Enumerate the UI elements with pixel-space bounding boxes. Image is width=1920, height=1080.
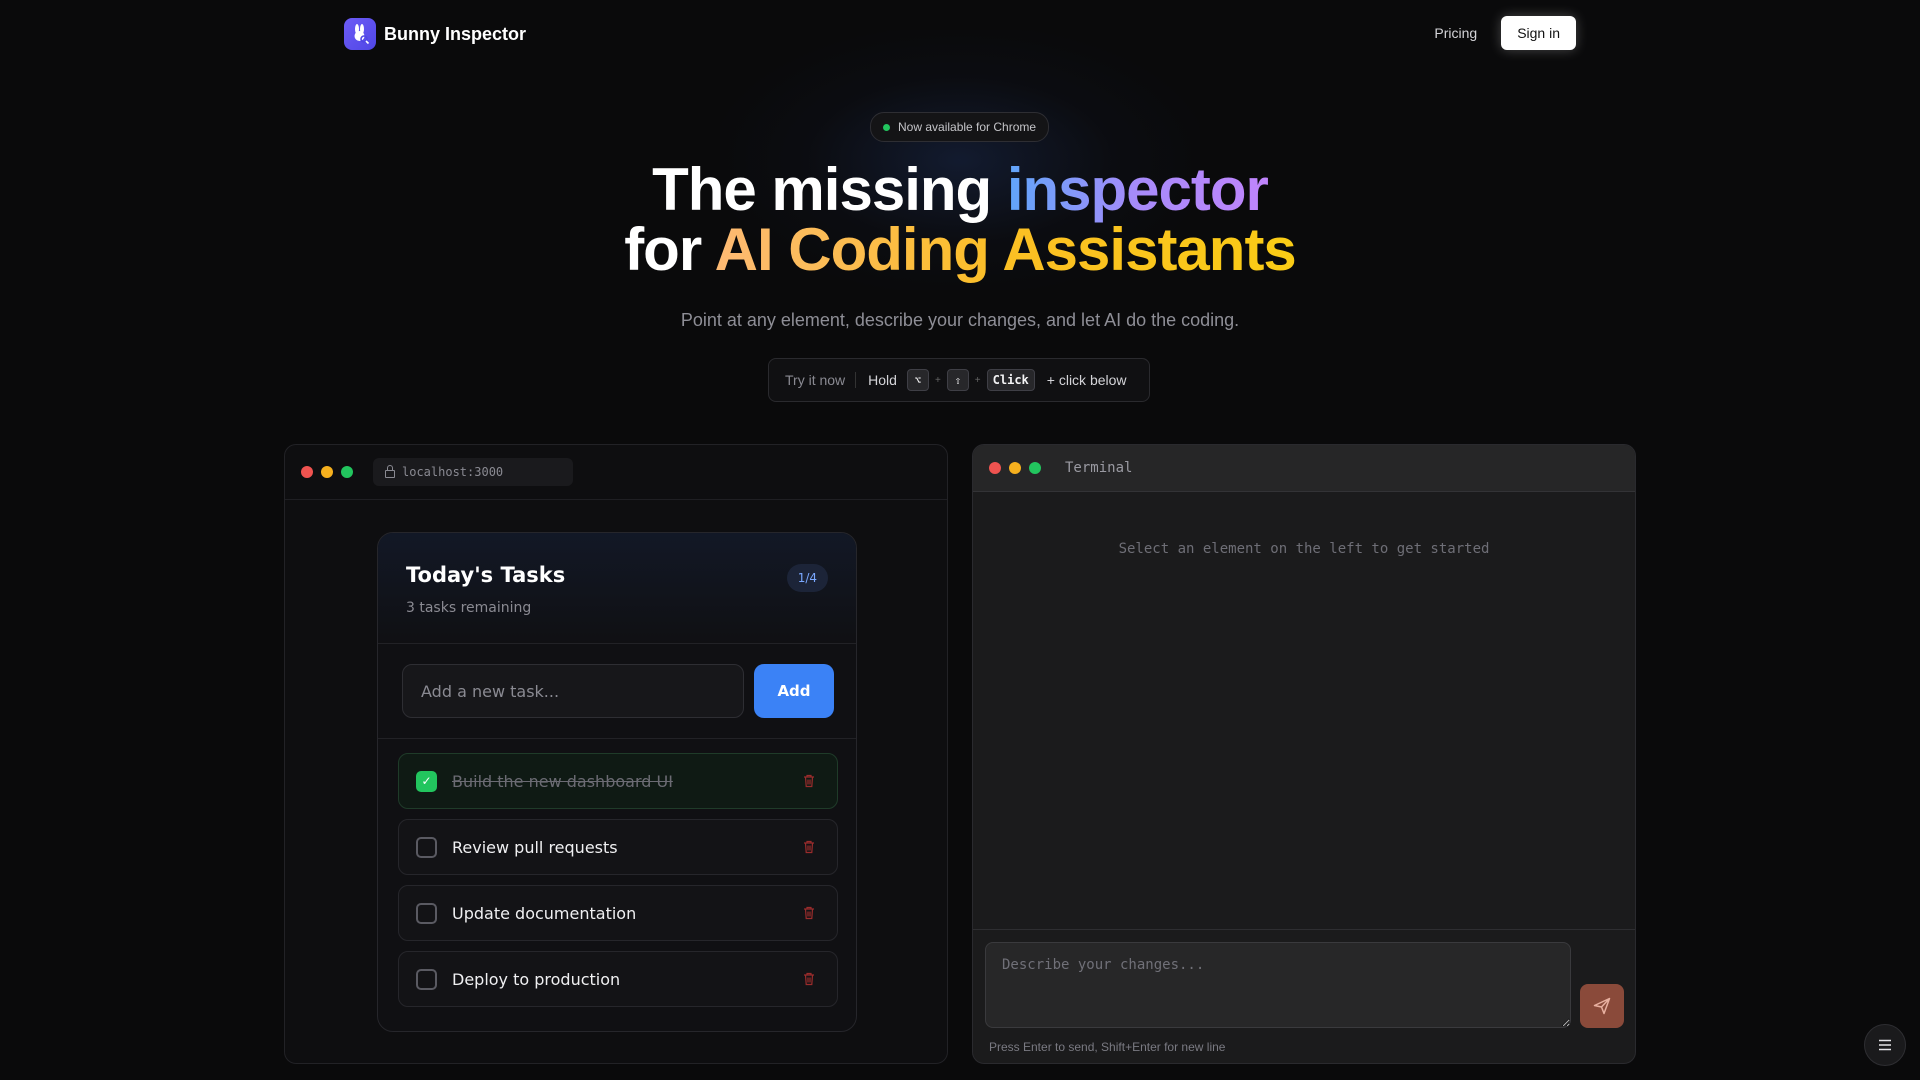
describe-changes-input[interactable] — [985, 942, 1571, 1028]
title-line2-plain: for — [624, 216, 715, 283]
nav-actions: Pricing Sign in — [1434, 16, 1576, 50]
trash-icon[interactable] — [801, 773, 817, 789]
task-text: Update documentation — [452, 903, 637, 923]
plus-sign: + — [934, 374, 941, 386]
menu-button[interactable] — [1864, 1024, 1906, 1066]
terminal-title: Terminal — [1065, 460, 1133, 476]
title-line1-plain: The missing — [652, 156, 1007, 223]
task-checkbox[interactable]: ✓ — [416, 770, 437, 792]
browser-demo-panel: localhost:3000 Today's Tasks 3 tasks rem… — [284, 444, 948, 1064]
option-key: ⌥ — [906, 369, 929, 391]
terminal-toolbar: Terminal — [973, 445, 1635, 492]
bunny-icon — [344, 18, 376, 50]
try-label: Try it now — [785, 372, 857, 388]
shortcut-hint: Try it now Hold ⌥ + ⇧ + Click + click be… — [768, 358, 1150, 402]
task-count-badge: 1/4 — [786, 564, 828, 592]
address-bar[interactable]: localhost:3000 — [373, 458, 573, 486]
close-dot-icon — [989, 462, 1001, 474]
task-checkbox[interactable] — [416, 902, 437, 924]
task-card-title: Today's Tasks — [406, 563, 566, 587]
hold-label: Hold — [868, 372, 897, 388]
click-below-text: + click below — [1046, 372, 1127, 388]
title-line1-accent: inspector — [1006, 156, 1269, 223]
availability-badge: Now available for Chrome — [870, 112, 1050, 142]
menu-icon — [1879, 1039, 1891, 1051]
brand-name: Bunny Inspector — [384, 23, 527, 44]
status-dot-icon — [883, 123, 890, 131]
url-text: localhost:3000 — [402, 465, 504, 479]
task-text: Build the new dashboard UI — [452, 771, 673, 791]
task-checkbox[interactable] — [416, 968, 437, 990]
task-item[interactable]: Review pull requests — [398, 819, 838, 875]
click-key: Click — [986, 369, 1035, 391]
title-line2-accent: AI Coding Assistants — [714, 216, 1297, 283]
terminal-hint: Select an element on the left to get sta… — [1118, 541, 1490, 557]
add-task-button[interactable]: Add — [754, 664, 834, 718]
terminal-panel: Terminal Select an element on the left t… — [972, 444, 1636, 1064]
plus-sign: + — [974, 374, 981, 386]
shift-key: ⇧ — [946, 369, 969, 391]
new-task-input[interactable] — [402, 664, 744, 718]
task-list: ✓ Build the new dashboard UI Review pull… — [398, 753, 838, 1017]
trash-icon[interactable] — [801, 839, 817, 855]
minimize-dot-icon — [1009, 462, 1021, 474]
hero-subtitle: Point at any element, describe your chan… — [680, 310, 1240, 330]
browser-toolbar: localhost:3000 — [285, 445, 947, 500]
task-text: Review pull requests — [452, 837, 618, 857]
task-item[interactable]: ✓ Build the new dashboard UI — [398, 753, 838, 809]
trash-icon[interactable] — [801, 905, 817, 921]
task-item[interactable]: Deploy to production — [398, 951, 838, 1007]
minimize-dot-icon — [321, 466, 333, 478]
task-checkbox[interactable] — [416, 836, 437, 858]
brand-logo[interactable]: Bunny Inspector — [344, 18, 526, 50]
maximize-dot-icon — [1029, 462, 1041, 474]
terminal-input-area: Press Enter to send, Shift+Enter for new… — [973, 929, 1635, 1063]
close-dot-icon — [301, 466, 313, 478]
sign-in-button[interactable]: Sign in — [1501, 16, 1576, 50]
task-item[interactable]: Update documentation — [398, 885, 838, 941]
send-button[interactable] — [1580, 984, 1624, 1028]
maximize-dot-icon — [341, 466, 353, 478]
terminal-help-text: Press Enter to send, Shift+Enter for new… — [989, 1040, 1226, 1054]
send-icon — [1593, 997, 1611, 1015]
add-task-row: Add — [378, 644, 856, 739]
trash-icon[interactable] — [801, 971, 817, 987]
lock-icon — [385, 464, 395, 478]
task-card-header: Today's Tasks 3 tasks remaining 1/4 — [378, 533, 856, 644]
task-text: Deploy to production — [452, 969, 621, 989]
badge-text: Now available for Chrome — [898, 120, 1037, 134]
task-card: Today's Tasks 3 tasks remaining 1/4 Add … — [377, 532, 857, 1032]
hero-title: The missing inspector for AI Coding Assi… — [0, 160, 1920, 280]
pricing-link[interactable]: Pricing — [1434, 25, 1477, 41]
tasks-remaining: 3 tasks remaining — [406, 600, 532, 616]
